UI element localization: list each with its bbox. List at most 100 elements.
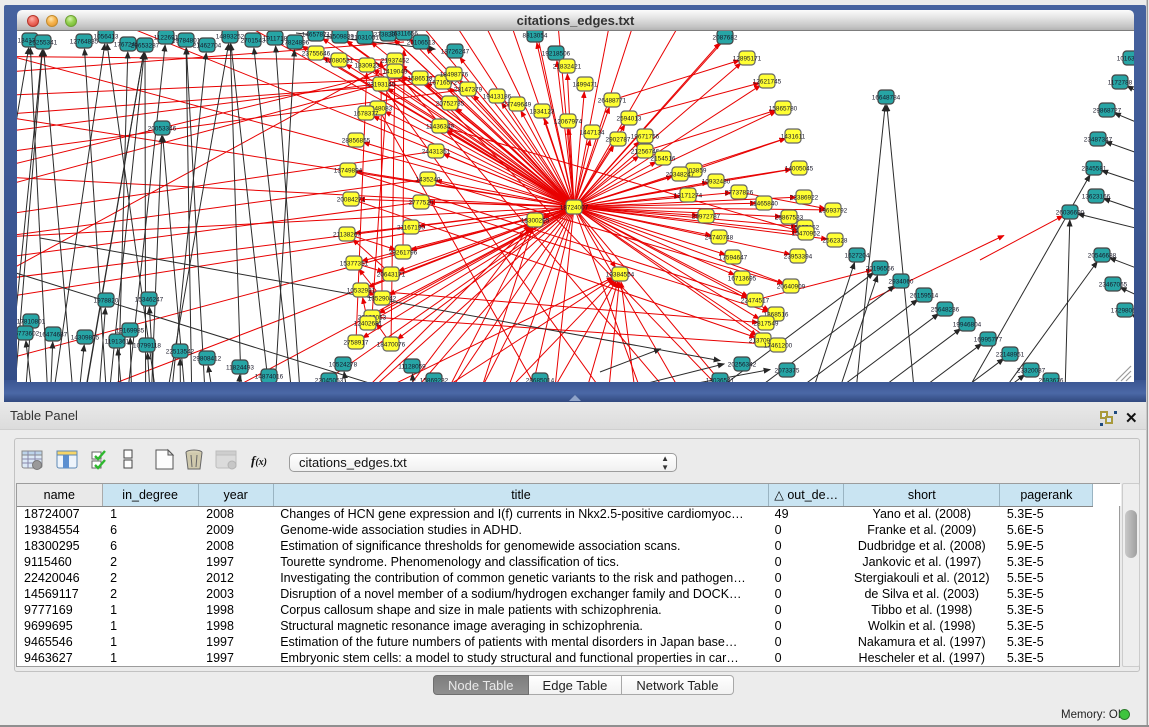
svg-text:19384554: 19384554 bbox=[606, 272, 635, 279]
svg-text:17594647: 17594647 bbox=[719, 255, 748, 262]
svg-text:15377351: 15377351 bbox=[340, 261, 369, 268]
svg-text:18498776: 18498776 bbox=[440, 72, 469, 79]
svg-text:20053346: 20053346 bbox=[148, 126, 177, 133]
svg-text:2934060: 2934060 bbox=[889, 279, 914, 286]
svg-text:2594013: 2594013 bbox=[617, 116, 642, 123]
svg-text:1431611: 1431611 bbox=[781, 134, 806, 141]
svg-text:21462704: 21462704 bbox=[193, 43, 222, 50]
svg-text:8813054: 8813054 bbox=[523, 33, 548, 40]
svg-text:20084271: 20084271 bbox=[337, 197, 366, 204]
svg-text:19693792: 19693792 bbox=[819, 208, 848, 215]
svg-text:13171274: 13171274 bbox=[674, 193, 703, 200]
svg-text:26488771: 26488771 bbox=[598, 98, 627, 105]
svg-text:15865780: 15865780 bbox=[769, 106, 798, 113]
svg-text:2758917: 2758917 bbox=[344, 340, 369, 347]
svg-text:1627204: 1627204 bbox=[845, 253, 870, 260]
svg-text:1447134: 1447134 bbox=[580, 130, 605, 137]
svg-text:12402681: 12402681 bbox=[354, 321, 383, 328]
svg-text:29653287: 29653287 bbox=[131, 43, 160, 50]
svg-text:24431351: 24431351 bbox=[422, 149, 451, 156]
svg-text:19218506: 19218506 bbox=[542, 51, 571, 58]
svg-text:1499471: 1499471 bbox=[573, 82, 598, 89]
svg-text:19413186: 19413186 bbox=[483, 94, 512, 101]
svg-text:20196556: 20196556 bbox=[866, 266, 895, 273]
svg-text:2345581: 2345581 bbox=[1082, 166, 1107, 173]
svg-text:15869232: 15869232 bbox=[420, 378, 449, 383]
svg-text:22474517: 22474517 bbox=[741, 298, 770, 305]
svg-text:14874016: 14874016 bbox=[255, 374, 284, 381]
svg-text:22148951: 22148951 bbox=[996, 352, 1025, 359]
svg-text:13623166: 13623166 bbox=[1082, 194, 1111, 201]
svg-text:f(x): f(x) bbox=[251, 453, 267, 468]
svg-text:21167190: 21167190 bbox=[397, 225, 425, 232]
svg-text:16474687: 16474687 bbox=[39, 332, 68, 339]
svg-text:25255341: 25255341 bbox=[29, 40, 58, 47]
svg-text:1334123: 1334123 bbox=[530, 109, 555, 116]
svg-text:20106513: 20106513 bbox=[407, 40, 436, 47]
svg-text:23147379: 23147379 bbox=[454, 87, 483, 94]
svg-text:13749894: 13749894 bbox=[334, 168, 363, 175]
svg-text:28856855: 28856855 bbox=[342, 138, 371, 145]
svg-text:20640909: 20640909 bbox=[777, 284, 806, 291]
svg-text:2154516: 2154516 bbox=[651, 156, 676, 163]
svg-text:10532931: 10532931 bbox=[347, 288, 376, 295]
svg-text:23487347: 23487347 bbox=[1084, 137, 1113, 144]
svg-text:23467065: 23467065 bbox=[1099, 282, 1128, 289]
svg-text:19946804: 19946804 bbox=[953, 322, 982, 329]
svg-text:23953394: 23953394 bbox=[784, 254, 813, 261]
svg-text:15346247: 15346247 bbox=[135, 297, 164, 304]
svg-text:20348247: 20348247 bbox=[666, 172, 695, 179]
svg-text:22386922: 22386922 bbox=[790, 195, 819, 202]
svg-text:14309805: 14309805 bbox=[71, 335, 100, 342]
svg-text:1191361: 1191361 bbox=[105, 339, 130, 346]
svg-text:12621745: 12621745 bbox=[753, 79, 782, 86]
svg-text:10799118: 10799118 bbox=[133, 343, 161, 350]
svg-text:17461200: 17461200 bbox=[764, 343, 793, 350]
svg-text:2693676: 2693676 bbox=[1039, 378, 1064, 383]
svg-text:1419049: 1419049 bbox=[383, 69, 408, 76]
svg-text:22045053: 22045053 bbox=[315, 378, 344, 383]
svg-text:20546688: 20546688 bbox=[1088, 253, 1117, 260]
svg-text:2562328: 2562328 bbox=[823, 238, 848, 245]
svg-text:17080531: 17080531 bbox=[325, 58, 354, 65]
svg-text:18724007: 18724007 bbox=[560, 205, 589, 212]
svg-text:12067974: 12067974 bbox=[554, 119, 583, 126]
svg-text:25648236: 25648236 bbox=[931, 307, 960, 314]
svg-text:20256342: 20256342 bbox=[728, 362, 757, 369]
svg-text:20752735: 20752735 bbox=[436, 101, 465, 108]
svg-text:1978820: 1978820 bbox=[94, 298, 119, 305]
svg-text:19671756: 19671756 bbox=[631, 134, 660, 141]
svg-text:26159514: 26159514 bbox=[910, 293, 939, 300]
svg-text:17824896: 17824896 bbox=[281, 40, 310, 47]
svg-text:14005045: 14005045 bbox=[785, 166, 814, 173]
svg-text:10932480: 10932480 bbox=[702, 179, 731, 186]
svg-text:10524278: 10524278 bbox=[329, 362, 358, 369]
svg-text:17810801: 17810801 bbox=[17, 319, 46, 326]
svg-text:21832421: 21832421 bbox=[553, 64, 582, 71]
svg-text:27737826: 27737826 bbox=[725, 190, 754, 197]
svg-text:29972787: 29972787 bbox=[692, 214, 721, 221]
svg-text:22513542: 22513542 bbox=[166, 349, 195, 356]
svg-text:1330923: 1330923 bbox=[355, 63, 380, 70]
svg-text:11436349: 11436349 bbox=[426, 124, 454, 131]
svg-text:29868727: 29868727 bbox=[1093, 108, 1122, 115]
svg-text:11128059: 11128059 bbox=[398, 364, 426, 371]
svg-text:13529042: 13529042 bbox=[368, 296, 397, 303]
svg-text:11465840: 11465840 bbox=[750, 201, 778, 208]
svg-text:23193149: 23193149 bbox=[367, 82, 396, 89]
svg-text:26036690: 26036690 bbox=[1056, 210, 1085, 217]
svg-text:16773602: 16773602 bbox=[17, 331, 40, 338]
svg-text:2087682: 2087682 bbox=[713, 35, 738, 42]
svg-text:2777520: 2777520 bbox=[409, 200, 434, 207]
svg-text:16713695: 16713695 bbox=[728, 276, 757, 283]
svg-text:29808412: 29808412 bbox=[193, 356, 222, 363]
svg-text:2817549: 2817549 bbox=[754, 321, 779, 328]
svg-text:1435240: 1435240 bbox=[416, 177, 441, 184]
svg-text:29261796: 29261796 bbox=[389, 250, 418, 257]
svg-text:28685014: 28685014 bbox=[526, 378, 555, 383]
svg-text:17298069: 17298069 bbox=[1111, 308, 1134, 315]
svg-text:27749649: 27749649 bbox=[503, 102, 532, 109]
svg-text:2073375: 2073375 bbox=[775, 368, 800, 375]
svg-text:19169985: 19169985 bbox=[116, 328, 145, 335]
svg-text:12895171: 12895171 bbox=[733, 56, 762, 63]
